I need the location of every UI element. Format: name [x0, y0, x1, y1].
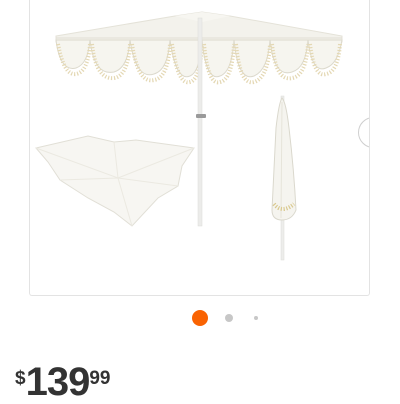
pagination-dot[interactable]: [225, 314, 233, 322]
umbrella-top-view: [35, 135, 195, 227]
product-image: [35, 11, 343, 261]
product-price: $13999: [15, 362, 110, 402]
umbrella-closed-view: [271, 95, 297, 261]
price-cents: 99: [89, 368, 111, 389]
price-currency: $: [15, 368, 26, 389]
umbrella-pole: [197, 17, 203, 227]
price-dollars: 139: [25, 360, 91, 404]
pagination-dot[interactable]: [254, 316, 258, 320]
pagination-dot-active[interactable]: [192, 310, 208, 326]
gallery-pagination: [0, 309, 400, 327]
product-image-gallery[interactable]: [29, 0, 370, 296]
crank-handle: [196, 114, 206, 118]
chevron-right-icon: [368, 126, 371, 140]
